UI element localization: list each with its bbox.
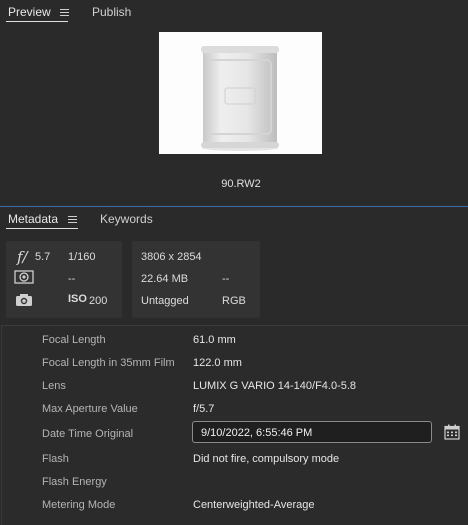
tab-keywords[interactable]: Keywords — [100, 212, 153, 226]
preview-image[interactable] — [159, 32, 322, 154]
file-info-box: 3806 x 2854 22.64 MB -- Untagged RGB — [132, 241, 260, 318]
metering-icon — [14, 270, 34, 284]
prop-label-metering-mode: Metering Mode — [42, 499, 116, 511]
prop-label-max-aperture: Max Aperture Value — [42, 403, 138, 415]
prop-label-lens: Lens — [42, 380, 66, 392]
top-tab-bar: Preview Publish — [0, 0, 468, 26]
prop-value-max-aperture[interactable]: f/5.7 — [193, 403, 214, 415]
preview-filename: 90.RW2 — [221, 178, 261, 190]
tab-publish[interactable]: Publish — [92, 5, 131, 19]
extra-value: -- — [222, 273, 230, 285]
prop-label-focal-length-35mm: Focal Length in 35mm Film — [42, 357, 175, 369]
tab-metadata[interactable]: Metadata — [8, 212, 58, 226]
prop-value-flash[interactable]: Did not fire, compulsory mode — [193, 453, 339, 465]
prop-value-metering-mode[interactable]: Centerweighted-Average — [193, 499, 314, 511]
prop-label-flash: Flash — [42, 453, 69, 465]
tab-underline — [6, 21, 68, 22]
camera-icon — [16, 294, 32, 306]
tab-preview[interactable]: Preview — [8, 5, 51, 19]
iso-label: ISO — [68, 293, 87, 305]
aperture-value: 5.7 — [35, 251, 51, 263]
menu-icon[interactable] — [60, 9, 69, 16]
prop-value-focal-length[interactable]: 61.0 mm — [193, 334, 236, 346]
color-mode: RGB — [222, 295, 246, 307]
prop-label-date-time-original: Date Time Original — [42, 428, 134, 440]
calendar-icon[interactable] — [444, 424, 460, 440]
prop-label-focal-length: Focal Length — [42, 334, 106, 346]
aperture-icon: f/ — [17, 248, 28, 266]
prop-value-lens[interactable]: LUMIX G VARIO 14-140/F4.0-5.8 — [193, 380, 356, 392]
can-image — [201, 46, 279, 151]
iso-value: 200 — [89, 295, 108, 307]
prop-label-flash-energy: Flash Energy — [42, 476, 107, 488]
dimensions-value: 3806 x 2854 — [141, 251, 202, 263]
menu-icon[interactable] — [68, 216, 77, 223]
prop-value-focal-length-35mm[interactable]: 122.0 mm — [193, 357, 242, 369]
shutter-value: 1/160 — [68, 251, 96, 263]
metadata-tab-bar: Metadata Keywords — [0, 207, 468, 231]
tab-underline — [6, 228, 78, 229]
tag-status: Untagged — [141, 295, 189, 307]
file-size-value: 22.64 MB — [141, 273, 189, 285]
metering-value: -- — [68, 273, 76, 285]
camera-info-box: f/ 5.7 1/160 -- ISO 200 — [6, 241, 122, 318]
date-time-value: 9/10/2022, 6:55:46 PM — [201, 427, 313, 439]
date-time-original-input[interactable]: 9/10/2022, 6:55:46 PM — [192, 421, 432, 443]
